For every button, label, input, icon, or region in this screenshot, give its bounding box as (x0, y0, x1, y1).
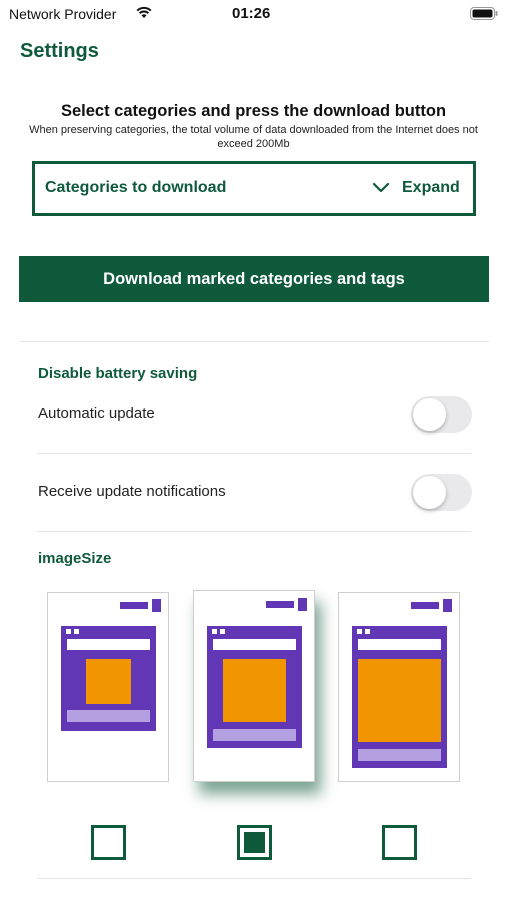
window-footer-bar (67, 710, 150, 722)
window-footer-bar (213, 729, 296, 741)
medium-image-preview (207, 626, 302, 748)
window-top-bar (213, 639, 296, 650)
status-bar: Network Provider 01:26 (0, 0, 507, 28)
image-placeholder (223, 659, 286, 722)
divider (37, 878, 471, 879)
automatic-update-toggle[interactable] (411, 396, 472, 433)
download-categories-button[interactable]: Download marked categories and tags (19, 256, 489, 302)
toggle-knob (413, 398, 446, 431)
categories-dropdown[interactable]: Categories to download Expand (32, 161, 476, 216)
window-dot (365, 629, 370, 634)
small-image-preview (61, 626, 156, 731)
checkbox-checked-mark (244, 832, 265, 853)
network-provider-label: Network Provider (9, 6, 117, 22)
divider (37, 453, 471, 454)
card-header-bar (411, 602, 439, 609)
expand-label: Expand (402, 179, 460, 196)
large-image-preview (352, 626, 447, 768)
page-title: Settings (20, 40, 99, 62)
window-dot (74, 629, 79, 634)
card-header-bar (266, 601, 294, 608)
card-header-bar (120, 602, 148, 609)
image-size-large-option[interactable] (338, 592, 460, 782)
update-notifications-toggle[interactable] (411, 474, 472, 511)
chevron-down-icon (372, 182, 390, 193)
image-placeholder (86, 659, 131, 704)
image-size-section-title: imageSize (38, 550, 112, 567)
image-size-large-checkbox[interactable] (382, 825, 417, 860)
card-header-square (152, 599, 161, 612)
window-dot (212, 629, 217, 634)
toggle-knob (413, 476, 446, 509)
window-dot (357, 629, 362, 634)
battery-icon (470, 7, 498, 20)
battery-saving-section-title: Disable battery saving (38, 365, 198, 382)
image-size-small-checkbox[interactable] (91, 825, 126, 860)
image-placeholder (358, 659, 441, 742)
window-footer-bar (358, 749, 441, 761)
divider (19, 341, 489, 342)
window-top-bar (358, 639, 441, 650)
download-size-note: When preserving categories, the total vo… (29, 124, 478, 150)
window-top-bar (67, 639, 150, 650)
download-instructions-heading: Select categories and press the download… (60, 102, 447, 120)
card-header-square (443, 599, 452, 612)
divider (37, 531, 471, 532)
window-dot (66, 629, 71, 634)
clock: 01:26 (232, 5, 271, 22)
update-notifications-label: Receive update notifications (38, 483, 226, 500)
wifi-icon (136, 6, 152, 18)
window-dot (220, 629, 225, 634)
card-header-square (298, 598, 307, 611)
image-size-medium-option[interactable] (193, 590, 315, 782)
automatic-update-label: Automatic update (38, 405, 155, 422)
image-size-medium-checkbox[interactable] (237, 825, 272, 860)
categories-label: Categories to download (45, 179, 227, 196)
image-size-small-option[interactable] (47, 592, 169, 782)
